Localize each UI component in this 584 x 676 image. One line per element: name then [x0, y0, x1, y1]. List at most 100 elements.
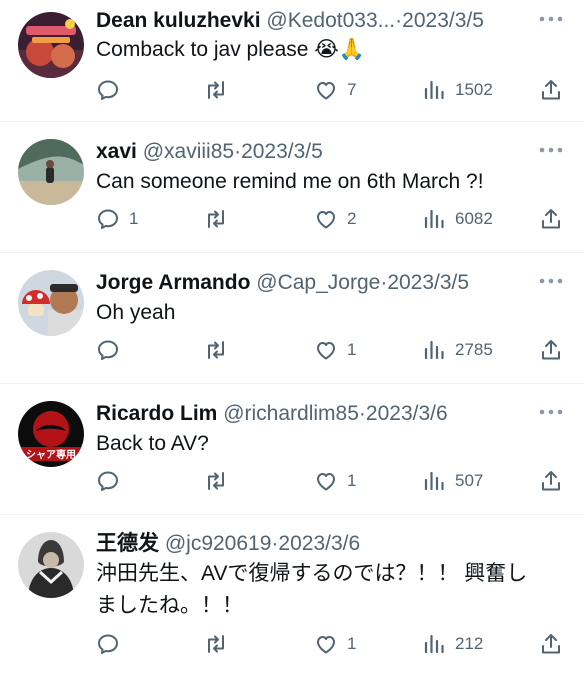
separator: · — [358, 402, 366, 425]
retweet-icon — [208, 341, 224, 359]
display-name[interactable]: xavi — [96, 140, 137, 163]
retweet-icon — [208, 210, 224, 228]
reply-icon — [98, 471, 118, 491]
retweet-icon — [208, 635, 224, 653]
more-icon[interactable] — [538, 407, 564, 417]
reply-icon — [98, 80, 118, 100]
display-name[interactable]: Dean kuluzhevki — [96, 9, 261, 32]
tweet-date[interactable]: 2023/3/5 — [402, 9, 484, 32]
reply-count: 1 — [129, 209, 139, 228]
share-icon — [542, 80, 560, 100]
user-handle[interactable]: @xaviii85 — [143, 140, 234, 163]
views-button[interactable]: 6082 — [422, 205, 493, 233]
reply-feed: Dean kuluzhevki @Kedot033...·2023/3/5 Co… — [0, 0, 584, 676]
user-handle[interactable]: @Cap_Jorge — [256, 271, 380, 294]
views-button[interactable]: 507 — [422, 467, 483, 495]
user-handle[interactable]: @Kedot033... — [266, 9, 395, 32]
share-icon — [542, 209, 560, 229]
reply-icon — [98, 340, 118, 360]
tweet-text: Comback to jav please 😭🙏 — [96, 38, 365, 61]
tweet-header: xavi @xaviii85·2023/3/5 — [96, 139, 520, 165]
avatar-image: シャア専用 — [18, 401, 84, 467]
share-icon — [542, 471, 560, 491]
retweet-button[interactable] — [204, 467, 237, 495]
share-button[interactable] — [539, 467, 563, 495]
reply-icon — [98, 634, 118, 654]
like-button[interactable]: 1 — [314, 467, 356, 495]
retweet-button[interactable] — [204, 76, 237, 104]
avatar[interactable] — [18, 270, 84, 336]
tweet[interactable]: 王德发 @jc920619·2023/3/6 沖田先生、AVで復帰するのでは？！… — [0, 516, 584, 676]
tweet-header: Ricardo Lim @richardlim85·2023/3/6 — [96, 401, 520, 427]
display-name[interactable]: Jorge Armando — [96, 271, 250, 294]
heart-icon — [317, 82, 335, 100]
reply-button[interactable] — [96, 336, 129, 364]
avatar[interactable] — [18, 139, 84, 205]
share-button[interactable] — [539, 630, 563, 658]
tweet[interactable]: Dean kuluzhevki @Kedot033...·2023/3/5 Co… — [0, 0, 584, 122]
reply-button[interactable] — [96, 630, 129, 658]
tweet-date[interactable]: 2023/3/6 — [366, 402, 448, 425]
reply-button[interactable]: 1 — [96, 205, 138, 233]
retweet-icon — [208, 472, 224, 490]
views-icon — [424, 209, 444, 229]
tweet-date[interactable]: 2023/3/5 — [387, 271, 469, 294]
tweet-text: Back to AV? — [96, 432, 209, 455]
views-icon — [424, 80, 444, 100]
reply-button[interactable] — [96, 76, 129, 104]
tweet-actions: 1 507 — [96, 467, 566, 495]
share-button[interactable] — [539, 336, 563, 364]
retweet-button[interactable] — [204, 630, 237, 658]
user-handle[interactable]: @jc920619 — [165, 532, 272, 555]
like-button[interactable]: 7 — [314, 76, 356, 104]
user-handle[interactable]: @richardlim85 — [223, 402, 359, 425]
view-count: 507 — [455, 471, 484, 490]
retweet-button[interactable] — [204, 205, 237, 233]
tweet-header: 王德发 @jc920619·2023/3/6 — [96, 531, 520, 557]
reply-button[interactable] — [96, 467, 129, 495]
heart-icon — [317, 211, 335, 229]
tweet[interactable]: xavi @xaviii85·2023/3/5 Can someone remi… — [0, 123, 584, 253]
like-count: 1 — [347, 340, 357, 359]
like-count: 2 — [347, 209, 357, 228]
view-count: 1502 — [455, 80, 493, 99]
tweet-actions: 7 1502 — [96, 76, 566, 104]
tweet-date[interactable]: 2023/3/6 — [278, 532, 360, 555]
display-name[interactable]: 王德发 — [96, 532, 159, 555]
more-icon[interactable] — [538, 14, 564, 24]
views-icon — [424, 471, 444, 491]
share-button[interactable] — [539, 205, 563, 233]
tweet-text: Oh yeah — [96, 301, 176, 324]
avatar-image — [18, 270, 84, 336]
tweet[interactable]: Jorge Armando @Cap_Jorge·2023/3/5 Oh yea… — [0, 254, 584, 384]
views-icon — [424, 634, 444, 654]
avatar[interactable] — [18, 532, 84, 598]
like-button[interactable]: 2 — [314, 205, 356, 233]
like-button[interactable]: 1 — [314, 336, 356, 364]
view-count: 2785 — [455, 340, 493, 359]
avatar[interactable]: シャア専用 — [18, 401, 84, 467]
like-count: 1 — [347, 634, 357, 653]
views-button[interactable]: 2785 — [422, 336, 493, 364]
tweet-text: Can someone remind me on 6th March ?! — [96, 170, 484, 193]
tweet-text-line-1: 沖田先生、AVで復帰するのでは？！！ 興奮し — [96, 562, 528, 585]
heart-icon — [317, 473, 335, 491]
reply-icon — [98, 209, 118, 229]
tweet-header: Jorge Armando @Cap_Jorge·2023/3/5 — [96, 270, 520, 296]
more-icon[interactable] — [538, 276, 564, 286]
views-button[interactable]: 1502 — [422, 76, 493, 104]
share-icon — [542, 634, 560, 654]
more-icon[interactable] — [538, 145, 564, 155]
tweet[interactable]: シャア専用 Ricardo Lim @richardlim85·2023/3/6… — [0, 385, 584, 515]
share-button[interactable] — [539, 76, 563, 104]
like-button[interactable]: 1 — [314, 630, 356, 658]
retweet-button[interactable] — [204, 336, 237, 364]
tweet-text-line-2: ましたね。！！ — [96, 594, 243, 617]
tweet-actions: 1 212 — [96, 630, 566, 658]
tweet-header: Dean kuluzhevki @Kedot033...·2023/3/5 — [96, 8, 520, 34]
tweet-date[interactable]: 2023/3/5 — [241, 140, 323, 163]
views-button[interactable]: 212 — [422, 630, 483, 658]
display-name[interactable]: Ricardo Lim — [96, 402, 217, 425]
avatar[interactable] — [18, 12, 84, 78]
like-count: 7 — [347, 80, 357, 99]
